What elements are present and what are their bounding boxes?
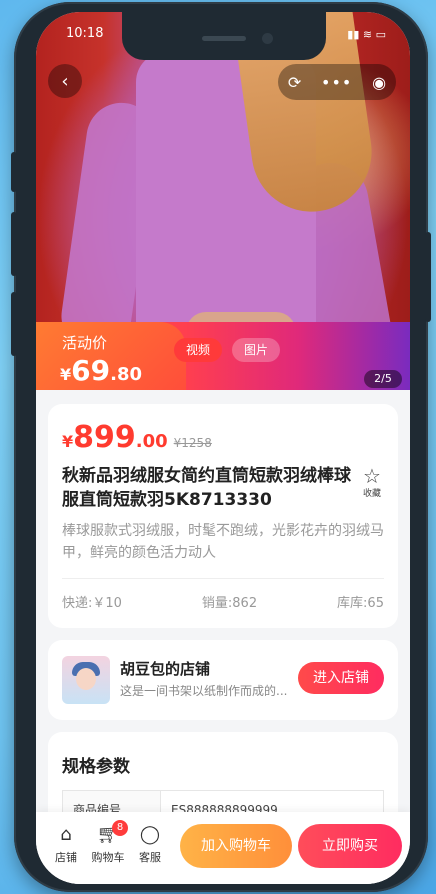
stock-count: 库库:65 <box>337 596 384 611</box>
product-info-card: ¥899.00 ¥1258 秋新品羽绒服女简约直筒短款羽绒棒球服直筒短款羽5K87… <box>48 404 398 628</box>
promo-price-int: 69 <box>71 354 111 387</box>
store-subtitle: 这是一间书架以纸制作而成的... <box>120 684 288 698</box>
price-currency: ¥ <box>62 432 74 451</box>
product-meta: 快递:￥10 销量:862 库库:65 <box>62 592 384 611</box>
cart-tab[interactable]: 🛒︎ 8 购物车 <box>88 820 128 865</box>
mute-switch <box>11 152 17 192</box>
volume-up-button <box>11 212 17 276</box>
price-dec: .00 <box>135 431 168 452</box>
back-button[interactable]: ‹ <box>48 64 82 98</box>
tab-video[interactable]: 视频 <box>174 338 223 362</box>
chevron-left-icon: ‹ <box>61 70 69 92</box>
store-tab-label: 店铺 <box>55 851 77 864</box>
promo-label: 活动价 <box>62 334 108 352</box>
cart-badge: 8 <box>112 820 128 836</box>
store-avatar[interactable] <box>62 656 110 704</box>
promo-price: ¥69.80 <box>60 354 142 387</box>
favorite-label: 收藏 <box>362 489 381 499</box>
camera <box>262 33 273 44</box>
store-name: 胡豆包的店铺 <box>120 660 211 678</box>
add-to-cart-button[interactable]: 加入购物车 <box>180 824 292 868</box>
power-button <box>425 232 431 322</box>
refresh-icon[interactable]: ⟳ <box>288 73 301 92</box>
buy-now-button[interactable]: 立即购买 <box>298 824 402 868</box>
status-time: 10:18 <box>66 26 104 41</box>
service-tab-label: 客服 <box>139 851 161 864</box>
star-icon: ☆ <box>363 464 381 488</box>
more-dots-icon[interactable]: ••• <box>321 73 352 92</box>
chat-icon: ◯ <box>139 824 161 845</box>
status-icons: ▮▮ ≋ ▭ <box>347 28 386 41</box>
volume-down-button <box>11 292 17 356</box>
service-tab[interactable]: ◯ 客服 <box>130 824 170 865</box>
product-title: 秋新品羽绒服女简约直筒短款羽绒棒球服直筒短款羽5K8713330 <box>62 466 351 510</box>
store-icon: ⌂ <box>60 824 72 845</box>
mini-program-capsule: ⟳ ••• ◉ <box>278 64 396 100</box>
bottom-action-bar: ⌂ 店铺 🛒︎ 8 购物车 ◯ 客服 加入购物车 立即购买 <box>36 812 410 884</box>
product-description: 棒球服款式羽绒服，时髦不跑绒，光影花卉的羽绒马甲，鲜亮的颜色活力动人 <box>62 523 384 561</box>
cart-tab-label: 购物车 <box>91 851 125 864</box>
avatar-face <box>76 668 96 690</box>
divider <box>62 578 384 579</box>
store-card: 胡豆包的店铺 这是一间书架以纸制作而成的... 进入店铺 <box>48 640 398 720</box>
price-int: 899 <box>73 420 136 455</box>
enter-store-button[interactable]: 进入店铺 <box>298 662 384 694</box>
favorite-button[interactable]: ☆ 收藏 <box>358 466 386 499</box>
promo-price-dec: .80 <box>110 364 142 385</box>
target-close-icon[interactable]: ◉ <box>372 73 386 92</box>
tab-images[interactable]: 图片 <box>232 338 281 362</box>
price: ¥899.00 ¥1258 <box>62 420 212 455</box>
old-price: ¥1258 <box>173 436 212 450</box>
app-screen: 10:18 ▮▮ ≋ ▭ ‹ ⟳ ••• ◉ 活动价 ¥69.80 视频 图片 … <box>36 12 410 884</box>
specs-title: 规格参数 <box>62 757 130 777</box>
speaker <box>202 36 246 41</box>
image-counter: 2/5 <box>364 370 402 388</box>
sales-count: 销量:862 <box>201 596 258 611</box>
store-tab[interactable]: ⌂ 店铺 <box>46 824 86 865</box>
notch <box>122 12 326 60</box>
promo-price-currency: ¥ <box>60 365 72 384</box>
media-tabs: 视频 图片 <box>174 338 281 362</box>
shipping-fee: 快递:￥10 <box>62 596 122 611</box>
